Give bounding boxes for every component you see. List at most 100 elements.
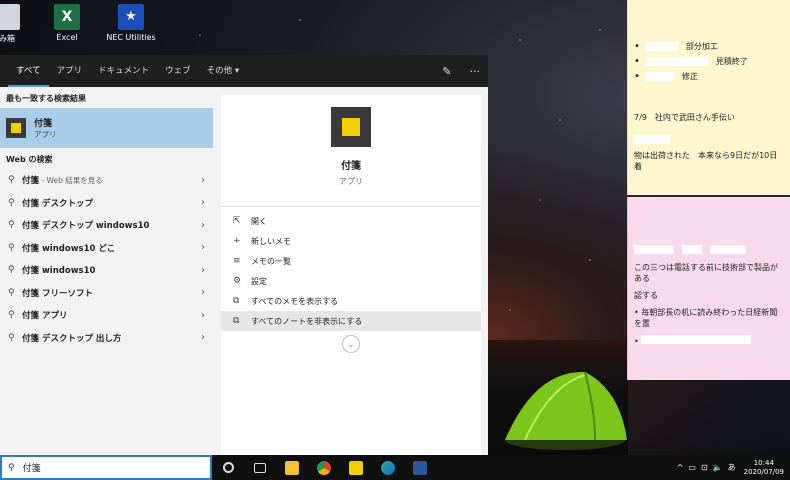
- open-icon: ⇱: [233, 216, 241, 226]
- note-line: 認する: [634, 291, 658, 300]
- action-new-note[interactable]: + 新しいメモ: [221, 231, 481, 251]
- hide-notes-icon: ⧉: [233, 316, 240, 326]
- search-icon: ⚲: [8, 175, 15, 186]
- web-result-row[interactable]: ⚲ 付箋 デスクトップ 出し方 ›: [0, 327, 213, 350]
- note-bullet: 修正: [634, 71, 784, 82]
- show-notes-icon: ⧉: [233, 296, 240, 306]
- note-line: 7/9 社内で武田さん手伝い: [634, 113, 735, 122]
- best-match-subtitle: アプリ: [34, 130, 57, 139]
- note-line: この三つは電話する前に技術部で製品がある: [634, 263, 778, 283]
- tab-more[interactable]: その他 ▾: [199, 55, 247, 87]
- file-explorer-button[interactable]: [276, 455, 308, 480]
- word-button[interactable]: [404, 455, 436, 480]
- expand-chevron-icon[interactable]: ⌄: [342, 335, 360, 353]
- results-list: 最も一致する検索結果 付箋 アプリ Web の検索 ⚲ 付箋 - Web 結果を…: [0, 87, 213, 455]
- search-query: 付箋: [22, 464, 41, 474]
- tab-documents[interactable]: ドキュメント: [90, 55, 157, 87]
- result-detail-pane: 付箋 アプリ ⇱ 開く + 新しいメモ ≡ メモの一覧 ⚙ 設定 ⧉ すべてのメモを表示す…: [221, 95, 481, 455]
- note-bullet: 部分加工: [634, 41, 784, 52]
- action-settings[interactable]: ⚙ 設定: [221, 271, 481, 291]
- more-options-icon[interactable]: ···: [470, 65, 481, 78]
- desktop-icon-excel[interactable]: X Excel: [32, 4, 102, 42]
- desktop-icon-label: Excel: [56, 33, 78, 42]
- volume-icon[interactable]: 🔈: [713, 463, 723, 472]
- chevron-up-icon[interactable]: ^: [677, 463, 684, 472]
- sticky-notes-taskbar-button[interactable]: [340, 455, 372, 480]
- sticky-note-yellow[interactable]: 部分加工 見積終了 修正 7/9 社内で武田さん手伝い 物は出荷された 本来なら…: [627, 0, 790, 195]
- search-tabs: すべて アプリ ドキュメント ウェブ その他 ▾ ✎ ···: [0, 55, 488, 87]
- search-icon: ⚲: [8, 197, 15, 208]
- detail-app-type: アプリ: [339, 177, 363, 186]
- taskbar-search-input[interactable]: ⚲ 付箋: [0, 455, 212, 480]
- nec-utilities-icon: ★: [118, 4, 144, 30]
- sticky-notes-icon: [331, 107, 371, 147]
- chrome-icon: [317, 460, 331, 475]
- task-view-button[interactable]: [244, 455, 276, 480]
- web-result-row[interactable]: ⚲ 付箋 フリーソフト ›: [0, 282, 213, 305]
- search-icon: ⚲: [8, 462, 15, 473]
- action-list: ⇱ 開く + 新しいメモ ≡ メモの一覧 ⚙ 設定 ⧉ すべてのメモを表示する ⧉ すべての…: [221, 207, 481, 353]
- tab-web[interactable]: ウェブ: [157, 55, 199, 87]
- action-note-list[interactable]: ≡ メモの一覧: [221, 251, 481, 271]
- desktop-icon-nec-utilities[interactable]: ★ NEC Utilities: [96, 4, 166, 42]
- web-result-row[interactable]: ⚲ 付箋 デスクトップ ›: [0, 192, 213, 215]
- web-results: ⚲ 付箋 - Web 結果を見る › ⚲ 付箋 デスクトップ › ⚲ 付箋 デス…: [0, 169, 213, 349]
- task-view-icon: [254, 462, 266, 473]
- tab-apps[interactable]: アプリ: [49, 55, 91, 87]
- feedback-icon[interactable]: ✎: [442, 65, 451, 78]
- plus-icon: +: [233, 236, 241, 246]
- web-result-row[interactable]: ⚲ 付箋 windows10 どこ ›: [0, 237, 213, 260]
- best-match-header: 最も一致する検索結果: [6, 94, 86, 103]
- chrome-button[interactable]: [308, 455, 340, 480]
- search-icon: ⚲: [8, 265, 15, 276]
- web-result-row[interactable]: ⚲ 付箋 デスクトップ windows10 ›: [0, 214, 213, 237]
- sticky-note-pink[interactable]: この三つは電話する前に技術部で製品がある 認する • 毎朝部長の机に読み終わった…: [627, 197, 790, 380]
- search-icon: ⚲: [8, 242, 15, 253]
- note-line: • 毎朝部長の机に読み終わった日経新聞を置: [634, 308, 778, 328]
- search-icon: ⚲: [8, 310, 15, 321]
- chevron-right-icon: ›: [201, 287, 205, 299]
- chevron-right-icon: ›: [201, 197, 205, 209]
- web-result-row[interactable]: ⚲ 付箋 windows10 ›: [0, 259, 213, 282]
- chevron-right-icon: ›: [201, 174, 205, 186]
- action-hide-all-notes[interactable]: ⧉ すべてのノートを非表示にする: [221, 311, 481, 331]
- best-match-title: 付箋: [34, 119, 53, 129]
- search-icon: ⚲: [8, 332, 15, 343]
- search-icon: ⚲: [8, 220, 15, 231]
- note-line: 物は出荷された 本来なら9日だが10日着: [634, 151, 778, 171]
- tent-image: [505, 371, 627, 450]
- search-icon: ⚲: [8, 287, 15, 298]
- chevron-right-icon: ›: [201, 264, 205, 276]
- cortana-button[interactable]: [212, 455, 244, 480]
- chevron-right-icon: ›: [201, 332, 205, 344]
- recycle-bin-icon: [0, 4, 20, 30]
- sticky-notes-icon: [349, 460, 363, 475]
- edge-icon: [381, 460, 395, 475]
- detail-header: 付箋 アプリ: [221, 95, 481, 207]
- best-match-result[interactable]: 付箋 アプリ: [0, 108, 213, 148]
- action-show-all-notes[interactable]: ⧉ すべてのメモを表示する: [221, 291, 481, 311]
- search-panel: すべて アプリ ドキュメント ウェブ その他 ▾ ✎ ··· 最も一致する検索結…: [0, 55, 488, 455]
- display-icon[interactable]: ⊡: [701, 463, 708, 472]
- sticky-notes-icon: [6, 118, 26, 138]
- action-open[interactable]: ⇱ 開く: [221, 211, 481, 231]
- note-line: •: [634, 335, 784, 346]
- clock-time: 10:44: [753, 458, 774, 467]
- gear-icon: ⚙: [233, 276, 242, 286]
- folder-icon: [285, 460, 299, 475]
- tab-all[interactable]: すべて: [8, 55, 49, 87]
- edge-button[interactable]: [372, 455, 404, 480]
- network-icon[interactable]: ▭: [688, 463, 696, 472]
- chevron-right-icon: ›: [201, 219, 205, 231]
- clock-date: 2020/07/09: [743, 467, 784, 476]
- taskbar: ⚲ 付箋 ^ ▭ ⊡ 🔈 あ 10:44 2020/07/09: [0, 455, 790, 480]
- excel-icon: X: [54, 4, 80, 30]
- clock[interactable]: 10:44 2020/07/09: [744, 459, 784, 477]
- word-icon: [413, 460, 427, 475]
- system-tray: ^ ▭ ⊡ 🔈 あ 10:44 2020/07/09: [672, 459, 790, 477]
- web-result-row[interactable]: ⚲ 付箋 - Web 結果を見る ›: [0, 169, 213, 192]
- ime-indicator[interactable]: あ: [728, 462, 736, 473]
- note-bullet: 見積終了: [634, 56, 784, 67]
- chevron-right-icon: ›: [201, 242, 205, 254]
- web-result-row[interactable]: ⚲ 付箋 アプリ ›: [0, 304, 213, 327]
